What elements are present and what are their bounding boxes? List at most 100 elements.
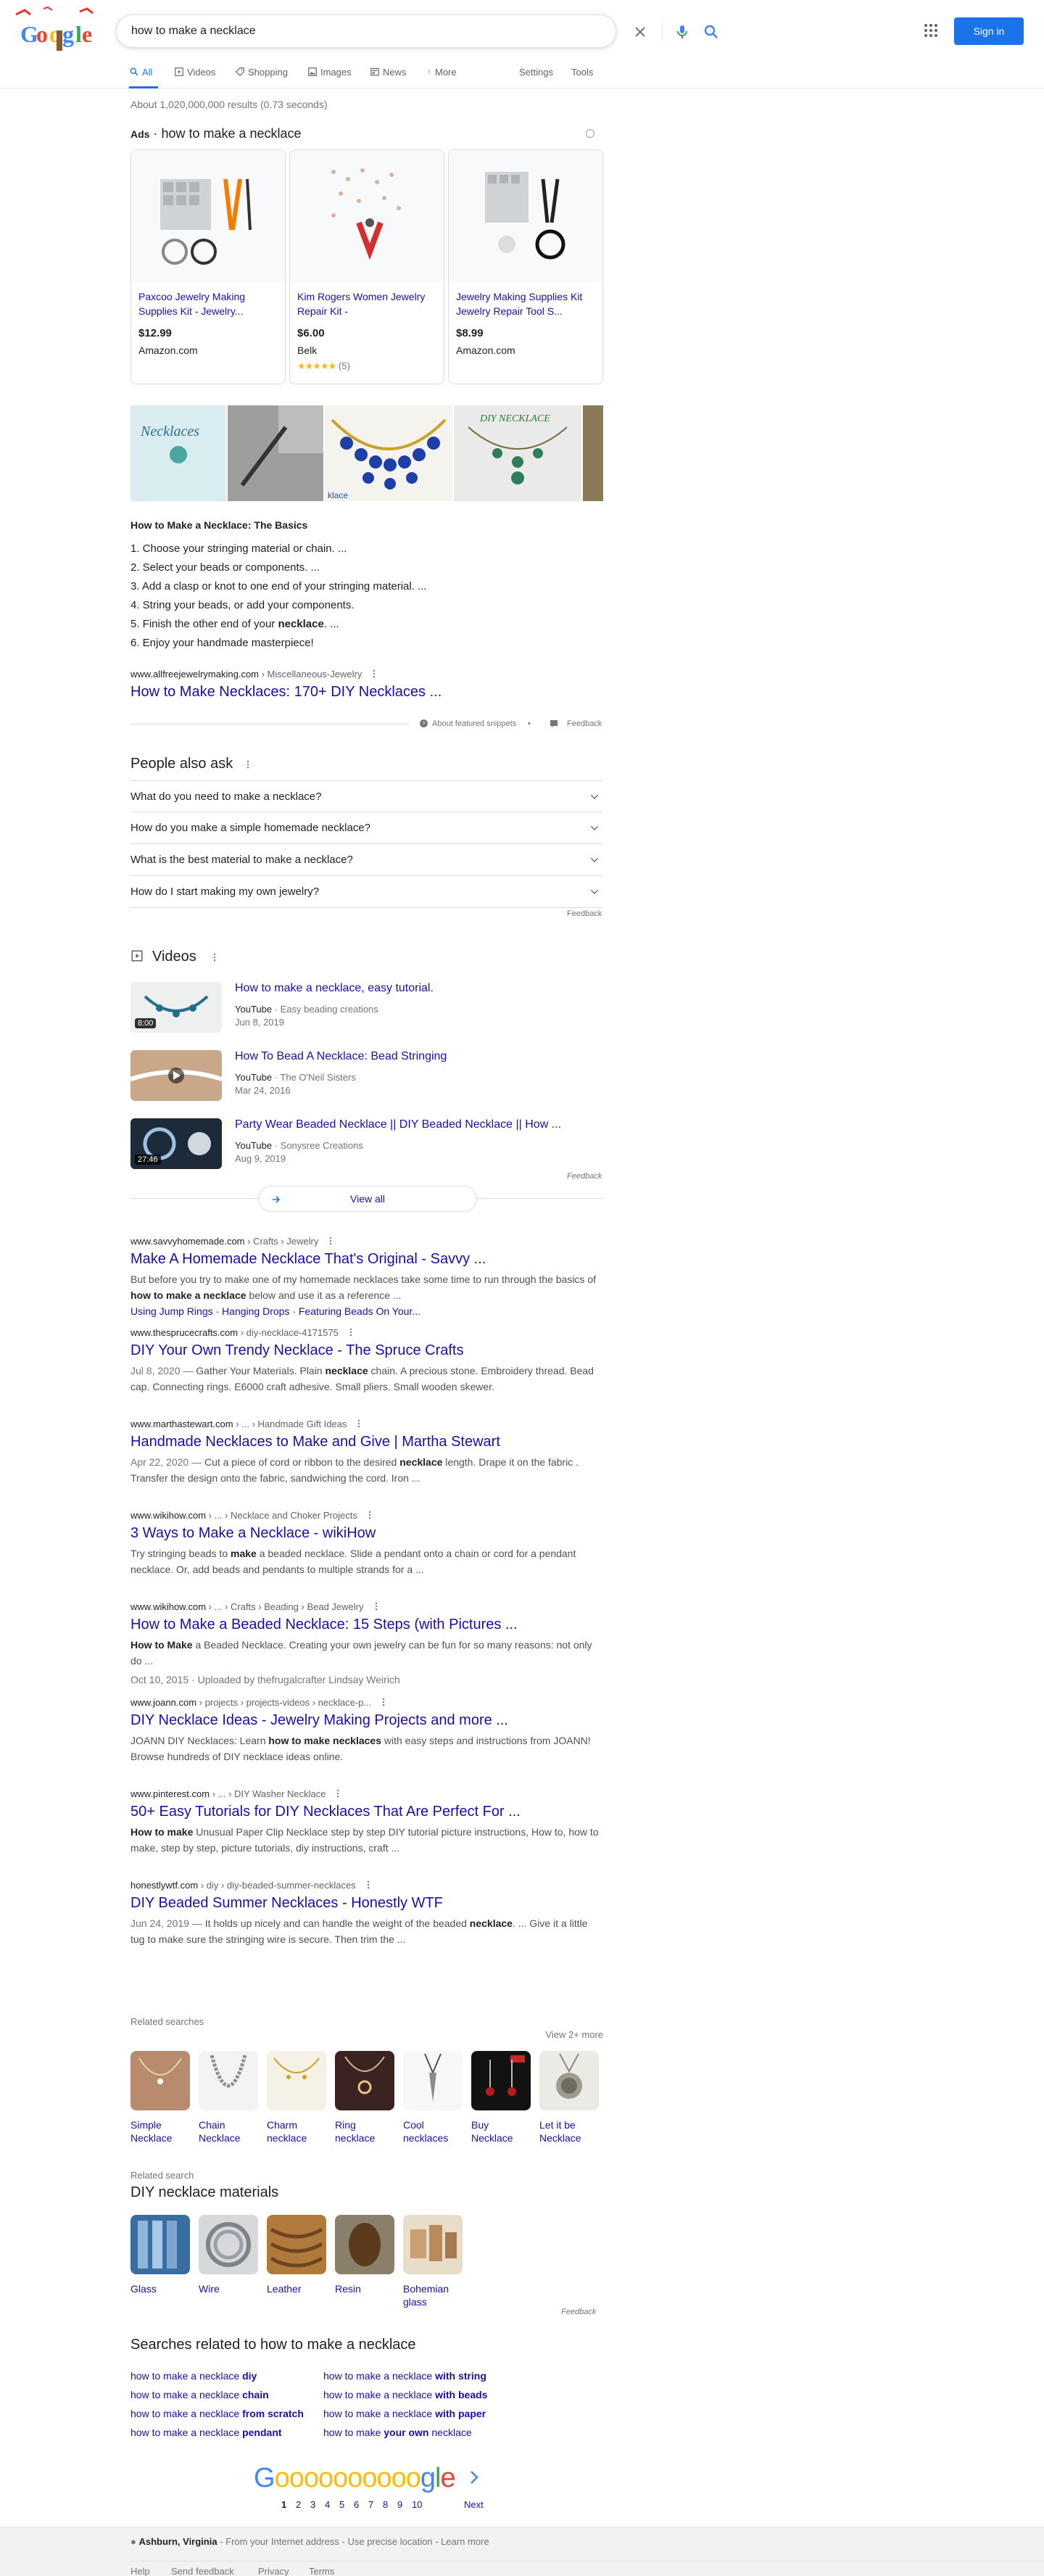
result-sitelinks[interactable]: Using Jump Rings · Hanging Drops · Featu… xyxy=(130,1303,603,1319)
snippet-image[interactable] xyxy=(583,405,603,501)
more-vert-icon[interactable] xyxy=(369,669,379,679)
result-url[interactable]: honestlywtf.com › diy › diy-beaded-summe… xyxy=(130,1880,603,1891)
video-thumbnail[interactable] xyxy=(130,1050,222,1101)
feedback-link[interactable]: Feedback xyxy=(567,719,602,728)
ad-card[interactable]: Jewelry Making Supplies Kit Jewelry Repa… xyxy=(448,149,603,384)
paa-question[interactable]: What is the best material to make a neck… xyxy=(130,844,603,876)
related-search-item[interactable]: Charm necklace xyxy=(267,2051,326,2144)
tab-more[interactable]: More xyxy=(426,64,457,88)
more-vert-icon[interactable] xyxy=(333,1788,343,1799)
about-featured-snippets-link[interactable]: About featured snippets xyxy=(432,719,516,728)
result-url[interactable]: www.pinterest.com › ... › DIY Washer Nec… xyxy=(130,1788,603,1799)
result-url[interactable]: www.savvyhomemade.com › Crafts › Jewelry xyxy=(130,1236,603,1247)
video-title-link[interactable]: How To Bead A Necklace: Bead Stringing xyxy=(235,1050,447,1063)
page-number-link[interactable]: 2 xyxy=(296,2499,301,2510)
page-number-link[interactable]: 3 xyxy=(310,2499,315,2510)
ad-product-name[interactable]: Kim Rogers Women Jewelry Repair Kit - xyxy=(297,289,439,318)
result-url[interactable]: www.wikihow.com › ... › Necklace and Cho… xyxy=(130,1510,603,1521)
related-query-link[interactable]: how to make a necklace from scratch xyxy=(130,2408,304,2419)
related-search-item[interactable]: Ring necklace xyxy=(335,2051,394,2144)
snippet-image[interactable] xyxy=(228,405,323,501)
ad-card[interactable]: Kim Rogers Women Jewelry Repair Kit - $6… xyxy=(289,149,444,384)
page-number-link[interactable]: 10 xyxy=(412,2499,422,2510)
more-vert-icon[interactable] xyxy=(346,1327,356,1337)
related-search-item[interactable]: Chain Necklace xyxy=(199,2051,258,2144)
result-url[interactable]: www.joann.com › projects › projects-vide… xyxy=(130,1697,603,1708)
ad-product-name[interactable]: Jewelry Making Supplies Kit Jewelry Repa… xyxy=(456,289,598,318)
footer-help-link[interactable]: Help xyxy=(130,2566,150,2576)
result-title-link[interactable]: DIY Your Own Trendy Necklace - The Spruc… xyxy=(130,1341,603,1360)
result-url[interactable]: www.thesprucecrafts.com › diy-necklace-4… xyxy=(130,1327,603,1338)
result-title-link[interactable]: How to Make a Beaded Necklace: 15 Steps … xyxy=(130,1615,603,1634)
result-title-link[interactable]: How to Make Necklaces: 170+ DIY Necklace… xyxy=(130,682,442,701)
result-title-link[interactable]: DIY Beaded Summer Necklaces - Honestly W… xyxy=(130,1894,603,1912)
video-result[interactable]: 27:46 Party Wear Beaded Necklace || DIY … xyxy=(130,1118,603,1176)
tab-tools[interactable]: Tools xyxy=(571,64,593,88)
video-title-link[interactable]: Party Wear Beaded Necklace || DIY Beaded… xyxy=(235,1118,561,1131)
search-box[interactable] xyxy=(116,15,718,48)
apps-grid-icon[interactable] xyxy=(922,22,940,39)
feedback-link[interactable]: Feedback xyxy=(567,1172,602,1181)
search-icon[interactable] xyxy=(703,23,720,41)
related-query-link[interactable]: how to make a necklace with paper xyxy=(323,2408,486,2419)
more-vert-icon[interactable] xyxy=(326,1236,336,1246)
material-item[interactable]: Wire xyxy=(199,2215,258,2295)
material-item[interactable]: Resin xyxy=(335,2215,394,2295)
sign-in-button[interactable]: Sign in xyxy=(954,17,1024,45)
chevron-right-icon[interactable] xyxy=(468,2470,480,2485)
search-input[interactable] xyxy=(131,15,479,47)
tab-videos[interactable]: Videos xyxy=(174,64,216,88)
result-title-link[interactable]: DIY Necklace Ideas - Jewelry Making Proj… xyxy=(130,1711,603,1730)
paa-question[interactable]: What do you need to make a necklace? xyxy=(130,780,603,812)
page-number-link[interactable]: 4 xyxy=(325,2499,330,2510)
paa-question[interactable]: How do I start making my own jewelry? xyxy=(130,876,603,908)
result-url[interactable]: www.allfreejewelrymaking.com › Miscellan… xyxy=(130,669,442,680)
microphone-icon[interactable] xyxy=(674,23,691,41)
tab-all[interactable]: All xyxy=(129,64,158,88)
result-title-link[interactable]: 3 Ways to Make a Necklace - wikiHow xyxy=(130,1524,603,1543)
material-item[interactable]: Glass xyxy=(130,2215,190,2295)
page-number-link[interactable]: 7 xyxy=(368,2499,373,2510)
related-search-item[interactable]: Let it be Necklace xyxy=(539,2051,599,2144)
page-number-link[interactable]: 6 xyxy=(354,2499,359,2510)
more-vert-icon[interactable] xyxy=(365,1510,375,1520)
result-title-link[interactable]: Handmade Necklaces to Make and Give | Ma… xyxy=(130,1432,603,1451)
page-number-link[interactable]: 9 xyxy=(397,2499,402,2510)
ad-card[interactable]: Paxcoo Jewelry Making Supplies Kit - Jew… xyxy=(130,149,286,384)
related-query-link[interactable]: how to make a necklace with beads xyxy=(323,2389,487,2400)
more-vert-icon[interactable] xyxy=(243,759,253,769)
info-icon[interactable] xyxy=(586,129,594,138)
related-query-link[interactable]: how to make a necklace chain xyxy=(130,2389,269,2400)
page-number-link[interactable]: 8 xyxy=(383,2499,388,2510)
page-number-link[interactable]: 5 xyxy=(339,2499,344,2510)
footer-feedback-link[interactable]: Send feedback xyxy=(171,2566,234,2576)
result-url[interactable]: www.marthastewart.com › ... › Handmade G… xyxy=(130,1419,603,1429)
more-vert-icon[interactable] xyxy=(378,1697,389,1707)
related-query-link[interactable]: how to make a necklace pendant xyxy=(130,2427,282,2438)
footer-terms-link[interactable]: Terms xyxy=(309,2566,334,2576)
related-search-item[interactable]: Simple Necklace xyxy=(130,2051,190,2144)
footer-privacy-link[interactable]: Privacy xyxy=(258,2566,289,2576)
result-url[interactable]: www.wikihow.com › ... › Crafts › Beading… xyxy=(130,1601,603,1612)
tab-images[interactable]: Images xyxy=(307,64,352,88)
view-all-videos-button[interactable]: View all xyxy=(258,1186,477,1212)
tab-shopping[interactable]: Shopping xyxy=(235,64,288,88)
more-vert-icon[interactable] xyxy=(371,1601,381,1611)
feedback-link[interactable]: Feedback xyxy=(567,909,602,918)
video-title-link[interactable]: How to make a necklace, easy tutorial. xyxy=(235,982,434,995)
video-result[interactable]: How To Bead A Necklace: Bead Stringing Y… xyxy=(130,1050,603,1108)
snippet-image[interactable]: DIY NECKLACE xyxy=(454,405,581,501)
result-title-link[interactable]: Make A Homemade Necklace That's Original… xyxy=(130,1250,603,1268)
video-thumbnail[interactable]: 8:00 xyxy=(130,982,222,1033)
related-search-item[interactable]: Buy Necklace xyxy=(471,2051,531,2144)
tab-settings[interactable]: Settings xyxy=(519,64,553,88)
next-page-link[interactable]: Next xyxy=(464,2499,484,2510)
related-query-link[interactable]: how to make a necklace diy xyxy=(130,2370,257,2382)
related-search-item[interactable]: Cool necklaces xyxy=(403,2051,463,2144)
snippet-image[interactable]: klace xyxy=(325,405,452,501)
ad-product-name[interactable]: Paxcoo Jewelry Making Supplies Kit - Jew… xyxy=(138,289,281,318)
view-more-link[interactable]: View 2+ more xyxy=(545,2029,603,2040)
result-title-link[interactable]: 50+ Easy Tutorials for DIY Necklaces Tha… xyxy=(130,1802,603,1821)
video-result[interactable]: 8:00 How to make a necklace, easy tutori… xyxy=(130,982,603,1040)
more-vert-icon[interactable] xyxy=(363,1880,373,1890)
